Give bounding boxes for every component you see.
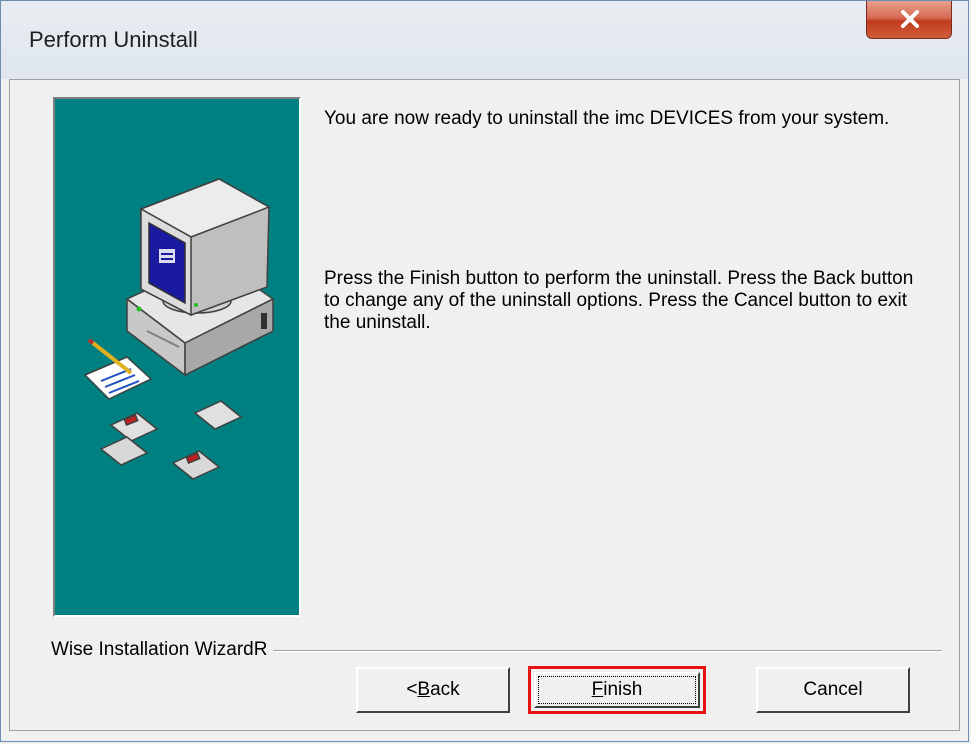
finish-button-accesskey: F <box>591 679 604 700</box>
back-button-accesskey: B <box>417 679 431 700</box>
cancel-button[interactable]: Cancel <box>756 667 910 713</box>
cancel-button-label: Cancel <box>803 679 863 700</box>
computer-install-illustration <box>83 178 275 480</box>
finish-button-label: inish <box>603 679 643 700</box>
back-button-label: ack <box>430 679 460 700</box>
window-title: Perform Uninstall <box>29 27 198 52</box>
wizard-side-panel <box>53 97 301 617</box>
wizard-brand-label: Wise Installation WizardR <box>51 639 274 661</box>
title-bar[interactable]: Perform Uninstall <box>1 1 968 79</box>
back-button-prefix: < <box>406 679 418 700</box>
finish-button-face[interactable]: Finish <box>534 672 700 708</box>
close-icon <box>901 10 919 28</box>
finish-button[interactable]: Finish <box>528 666 706 714</box>
dialog-body: You are now ready to uninstall the imc D… <box>9 79 960 731</box>
instructions-message: Press the Finish button to perform the u… <box>324 268 914 333</box>
uninstall-dialog: Perform Uninstall You are now ready to u… <box>0 0 969 742</box>
ready-message: You are now ready to uninstall the imc D… <box>324 108 890 129</box>
back-button[interactable]: < Back <box>356 667 510 713</box>
close-button[interactable] <box>866 1 952 39</box>
